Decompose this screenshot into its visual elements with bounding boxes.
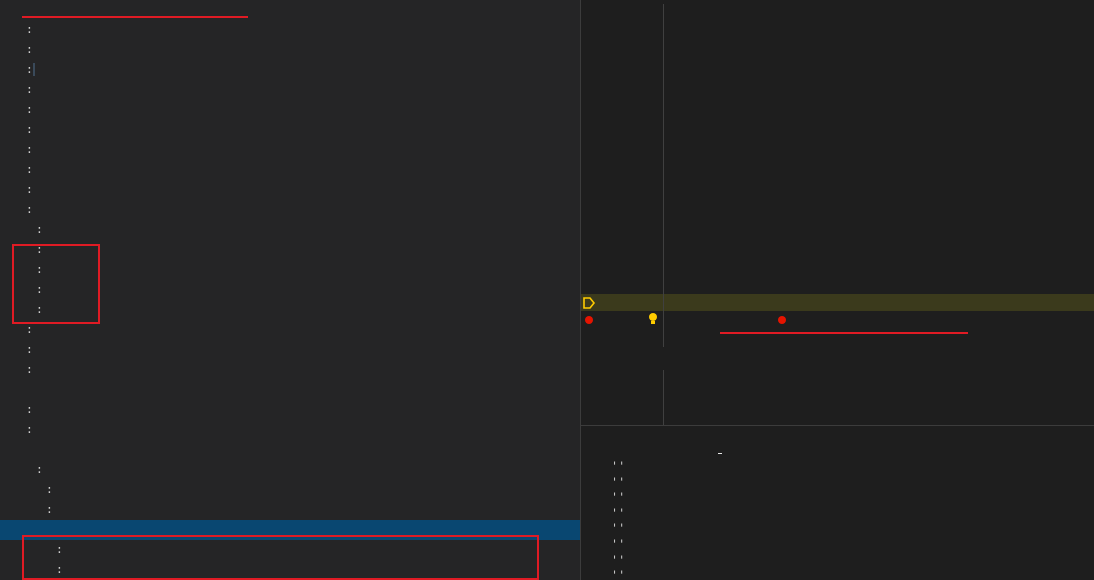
code-line[interactable]	[581, 173, 1094, 190]
variable-row[interactable]: :	[0, 120, 580, 140]
watch-expression-row[interactable]	[0, 380, 580, 400]
panel-tabs	[581, 426, 1094, 458]
code-line[interactable]	[581, 277, 1094, 294]
code-line[interactable]	[581, 415, 1094, 425]
variable-row[interactable]: :	[0, 560, 580, 580]
code-line[interactable]	[581, 294, 1094, 312]
code-line[interactable]	[581, 52, 1094, 69]
code-line[interactable]	[581, 242, 1094, 259]
code-line[interactable]	[581, 0, 1094, 17]
variable-row[interactable]: :	[0, 140, 580, 160]
variable-row[interactable]: :	[0, 300, 580, 320]
code-line[interactable]	[581, 398, 1094, 415]
variable-row[interactable]: :	[0, 160, 580, 180]
variable-row[interactable]: :	[0, 100, 580, 120]
variable-row[interactable]: :	[0, 500, 580, 520]
terminal-line: ''	[611, 568, 626, 580]
terminal-line: ''	[611, 459, 626, 473]
variable-row[interactable]: :	[0, 280, 580, 300]
variable-row[interactable]: :	[0, 420, 580, 440]
variable-row[interactable]: :	[0, 480, 580, 500]
variable-row[interactable]: :	[0, 20, 580, 40]
code-line[interactable]	[581, 121, 1094, 138]
code-line[interactable]	[581, 190, 1094, 207]
terminal-line: ''	[611, 552, 626, 567]
code-line[interactable]	[581, 346, 1094, 363]
indent-guide	[663, 370, 664, 425]
terminal-line: ''	[611, 505, 626, 520]
bottom-panel: '' '' '' '' '' '' '' ''	[581, 425, 1094, 580]
code-line[interactable]	[581, 225, 1094, 242]
variable-row[interactable]: :	[0, 400, 580, 420]
variable-row[interactable]	[0, 440, 580, 460]
code-line[interactable]	[581, 17, 1094, 34]
variable-value	[32, 63, 35, 76]
variable-row[interactable]: :	[0, 320, 580, 340]
code-line[interactable]	[581, 329, 1094, 346]
variable-row[interactable]	[0, 520, 580, 540]
code-line[interactable]	[581, 208, 1094, 225]
code-line[interactable]	[581, 69, 1094, 86]
debug-current-line-arrow-icon	[583, 297, 596, 309]
terminal-line: ''	[611, 537, 626, 551]
code-line[interactable]	[581, 260, 1094, 277]
variable-row[interactable]: :	[0, 180, 580, 200]
variable-row[interactable]: :	[0, 40, 580, 60]
lightbulb-icon[interactable]	[647, 312, 659, 326]
terminal-line: ''	[611, 521, 626, 536]
watch-expression-row[interactable]	[0, 0, 580, 20]
code-line[interactable]	[581, 363, 1094, 380]
variable-row[interactable]: :	[0, 340, 580, 360]
code-line[interactable]	[581, 35, 1094, 52]
code-line[interactable]	[581, 87, 1094, 104]
variable-row[interactable]: :	[0, 360, 580, 380]
variable-row[interactable]: :	[0, 240, 580, 260]
variable-row[interactable]: :	[0, 200, 580, 220]
variable-row[interactable]: :	[0, 60, 580, 80]
variable-row[interactable]: :	[0, 260, 580, 280]
debug-variables-pane: : : : : : : : : : : : : : : : : : : : : …	[0, 0, 580, 580]
variable-row[interactable]: :	[0, 460, 580, 480]
terminal-line: ''	[611, 490, 626, 505]
indent-guide	[663, 4, 664, 347]
code-line[interactable]	[581, 381, 1094, 398]
variable-row[interactable]: :	[0, 220, 580, 240]
terminal-line: ''	[611, 474, 626, 489]
code-line[interactable]	[581, 156, 1094, 173]
variable-row[interactable]: :	[0, 80, 580, 100]
variable-row[interactable]: :	[0, 540, 580, 560]
code-line[interactable]	[581, 104, 1094, 121]
code-editor[interactable]	[581, 0, 1094, 425]
code-line[interactable]	[581, 138, 1094, 155]
